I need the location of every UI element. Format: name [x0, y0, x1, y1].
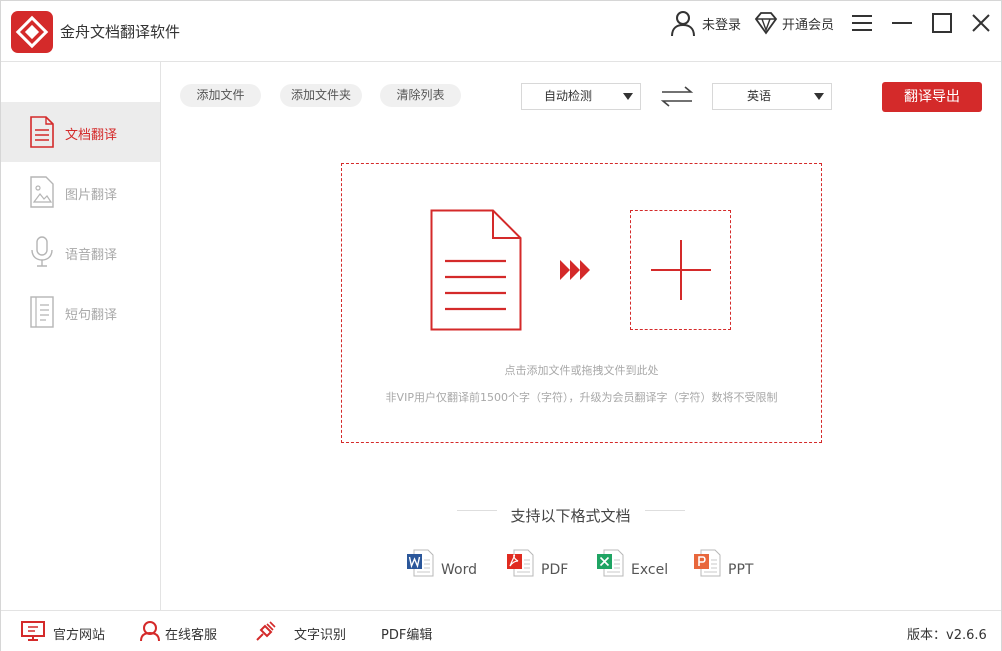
- online-service-link[interactable]: 在线客服: [139, 611, 229, 651]
- pdf-icon: [506, 549, 534, 581]
- text-recognition-label: 文字识别: [294, 628, 347, 643]
- text-sentence-icon: [29, 296, 55, 332]
- version-label: 版本：v2.6.6: [907, 628, 987, 643]
- format-label: Excel: [631, 562, 669, 578]
- drop-hint-text: 点击添加文件或拖拽文件到此处: [504, 364, 659, 377]
- sidebar-item-image-translate[interactable]: 图片翻译: [1, 162, 160, 222]
- footer-bar: 官方网站 在线客服 文字识别 PDF编辑 版本：v2.6.6: [1, 610, 1001, 651]
- sidebar-item-document-translate[interactable]: 文档翻译: [1, 102, 160, 162]
- format-pdf: PDF: [506, 549, 576, 579]
- chevron-down-icon: [814, 93, 824, 100]
- text-recognition-link[interactable]: 文字识别: [253, 611, 351, 651]
- sidebar: 文档翻译 图片翻译 语音翻译 短句翻译: [1, 62, 161, 610]
- monitor-icon: [20, 620, 46, 646]
- format-label: PPT: [728, 562, 754, 578]
- target-language-value: 英语: [746, 89, 771, 103]
- clear-list-button[interactable]: 清除列表: [380, 84, 461, 107]
- official-website-label: 官方网站: [53, 628, 106, 643]
- ppt-icon: [693, 549, 721, 581]
- source-language-select[interactable]: 自动检测: [521, 83, 641, 110]
- sidebar-item-sentence-translate[interactable]: 短句翻译: [1, 282, 160, 342]
- open-vip-link[interactable]: 开通会员: [782, 14, 834, 33]
- minimize-icon[interactable]: [888, 9, 916, 37]
- official-website-link[interactable]: 官方网站: [20, 611, 115, 651]
- add-folder-button[interactable]: 添加文件夹: [280, 84, 362, 107]
- pdf-edit-label: PDF编辑: [381, 628, 433, 643]
- maximize-icon[interactable]: [928, 9, 956, 37]
- vip-limit-notice: 非VIP用户仅翻译前1500个字（字符），升级为会员翻译字（字符）数将不受限制: [385, 391, 778, 404]
- add-file-button[interactable]: 添加文件: [180, 84, 261, 107]
- format-word: Word: [406, 549, 486, 579]
- microphone-icon: [29, 236, 55, 272]
- menu-icon[interactable]: [848, 9, 876, 37]
- word-icon: [406, 549, 434, 581]
- target-language-select[interactable]: 英语: [712, 83, 832, 110]
- document-icon: [29, 116, 55, 152]
- app-title: 金舟文档翻译软件: [60, 23, 181, 41]
- format-excel: Excel: [596, 549, 676, 579]
- document-illustration-icon: [430, 209, 522, 335]
- login-link[interactable]: 未登录: [702, 14, 741, 33]
- supported-formats-title: 支持以下格式文档: [510, 507, 631, 525]
- close-icon[interactable]: [967, 9, 995, 37]
- format-label: Word: [441, 562, 477, 578]
- sidebar-item-voice-translate[interactable]: 语音翻译: [1, 222, 160, 282]
- chevron-down-icon: [623, 93, 633, 100]
- app-logo-icon: [11, 11, 53, 53]
- pdf-edit-link[interactable]: PDF编辑: [381, 611, 441, 651]
- online-service-label: 在线客服: [165, 628, 218, 643]
- format-ppt: PPT: [693, 549, 763, 579]
- swap-languages-icon[interactable]: [660, 86, 694, 112]
- add-file-plus-button[interactable]: [630, 210, 731, 330]
- sidebar-item-label: 文档翻译: [65, 128, 118, 143]
- user-icon[interactable]: [669, 9, 697, 41]
- sidebar-item-label: 短句翻译: [65, 308, 118, 323]
- sidebar-item-label: 图片翻译: [65, 188, 118, 203]
- diamond-icon[interactable]: [753, 10, 779, 40]
- format-label: PDF: [541, 562, 569, 578]
- divider-right: [645, 510, 685, 511]
- customer-service-icon: [139, 620, 161, 646]
- sidebar-item-label: 语音翻译: [65, 248, 118, 263]
- translate-export-button[interactable]: 翻译导出: [882, 82, 982, 112]
- source-language-value: 自动检测: [543, 89, 592, 103]
- triple-arrow-icon: [559, 258, 593, 286]
- title-bar: 金舟文档翻译软件 未登录 开通会员: [1, 1, 1001, 62]
- image-icon: [29, 176, 55, 212]
- excel-icon: [596, 549, 624, 581]
- ocr-hand-icon: [253, 620, 277, 648]
